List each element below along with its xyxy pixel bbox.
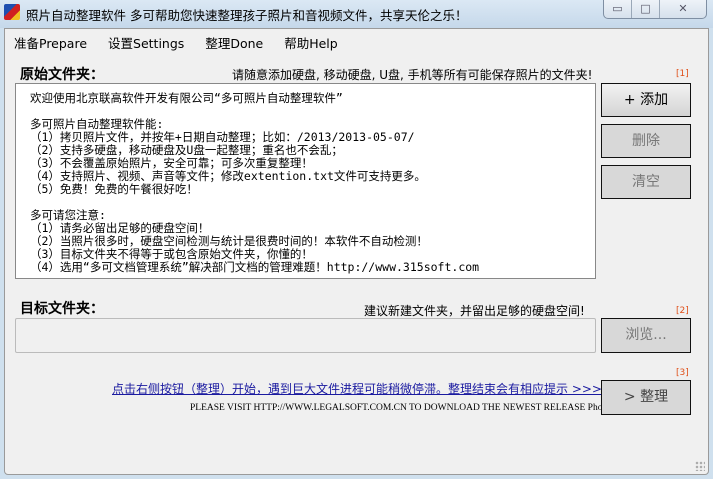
- target-folder-input[interactable]: [15, 318, 596, 353]
- start-hint-link[interactable]: 点击右侧按钮（整理）开始，遇到巨大文件进程可能稍微停滞。整理结束会有相应提示 >…: [112, 380, 602, 397]
- window-title: 照片自动整理软件 多可帮助您快速整理孩子照片和音视频文件，共享天伦之乐！: [26, 8, 468, 23]
- close-button[interactable]: ✕: [660, 0, 706, 18]
- menu-bar: 准备Prepare 设置Settings 整理Done 帮助Help: [14, 33, 359, 52]
- organize-button[interactable]: > 整理: [601, 380, 691, 415]
- source-hint: 请随意添加硬盘, 移动硬盘, U盘, 手机等所有可能保存照片的文件夹!: [232, 68, 593, 82]
- app-logo-icon: [4, 4, 20, 20]
- step-marker-2: [2]: [676, 306, 689, 316]
- browse-button[interactable]: 浏览...: [601, 318, 691, 353]
- menu-help[interactable]: 帮助Help: [284, 33, 338, 52]
- step-marker-1: [1]: [676, 69, 689, 79]
- target-folder-label: 目标文件夹：: [20, 301, 104, 317]
- menu-done[interactable]: 整理Done: [205, 33, 263, 52]
- step-marker-3: [3]: [676, 368, 689, 378]
- source-folder-list[interactable]: 欢迎使用北京联高软件开发有限公司“多可照片自动整理软件” 多可照片自动整理软件能…: [15, 83, 596, 279]
- add-button[interactable]: + 添加: [601, 83, 691, 117]
- maximize-button[interactable]: □: [632, 0, 660, 18]
- source-folder-label: 原始文件夹：: [20, 67, 104, 83]
- delete-button[interactable]: 删除: [601, 124, 691, 158]
- visit-notice: PLEASE VISIT HTTP://WWW.LEGALSOFT.COM.CN…: [190, 403, 622, 413]
- clear-button[interactable]: 清空: [601, 165, 691, 199]
- resize-grip-icon[interactable]: [695, 461, 705, 471]
- minimize-button[interactable]: ▭: [604, 0, 632, 18]
- title-bar: 照片自动整理软件 多可帮助您快速整理孩子照片和音视频文件，共享天伦之乐！ ▭ □…: [0, 0, 713, 28]
- menu-settings[interactable]: 设置Settings: [108, 33, 184, 52]
- menu-prepare[interactable]: 准备Prepare: [14, 33, 87, 52]
- target-hint: 建议新建文件夹，并留出足够的硬盘空间!: [364, 304, 585, 318]
